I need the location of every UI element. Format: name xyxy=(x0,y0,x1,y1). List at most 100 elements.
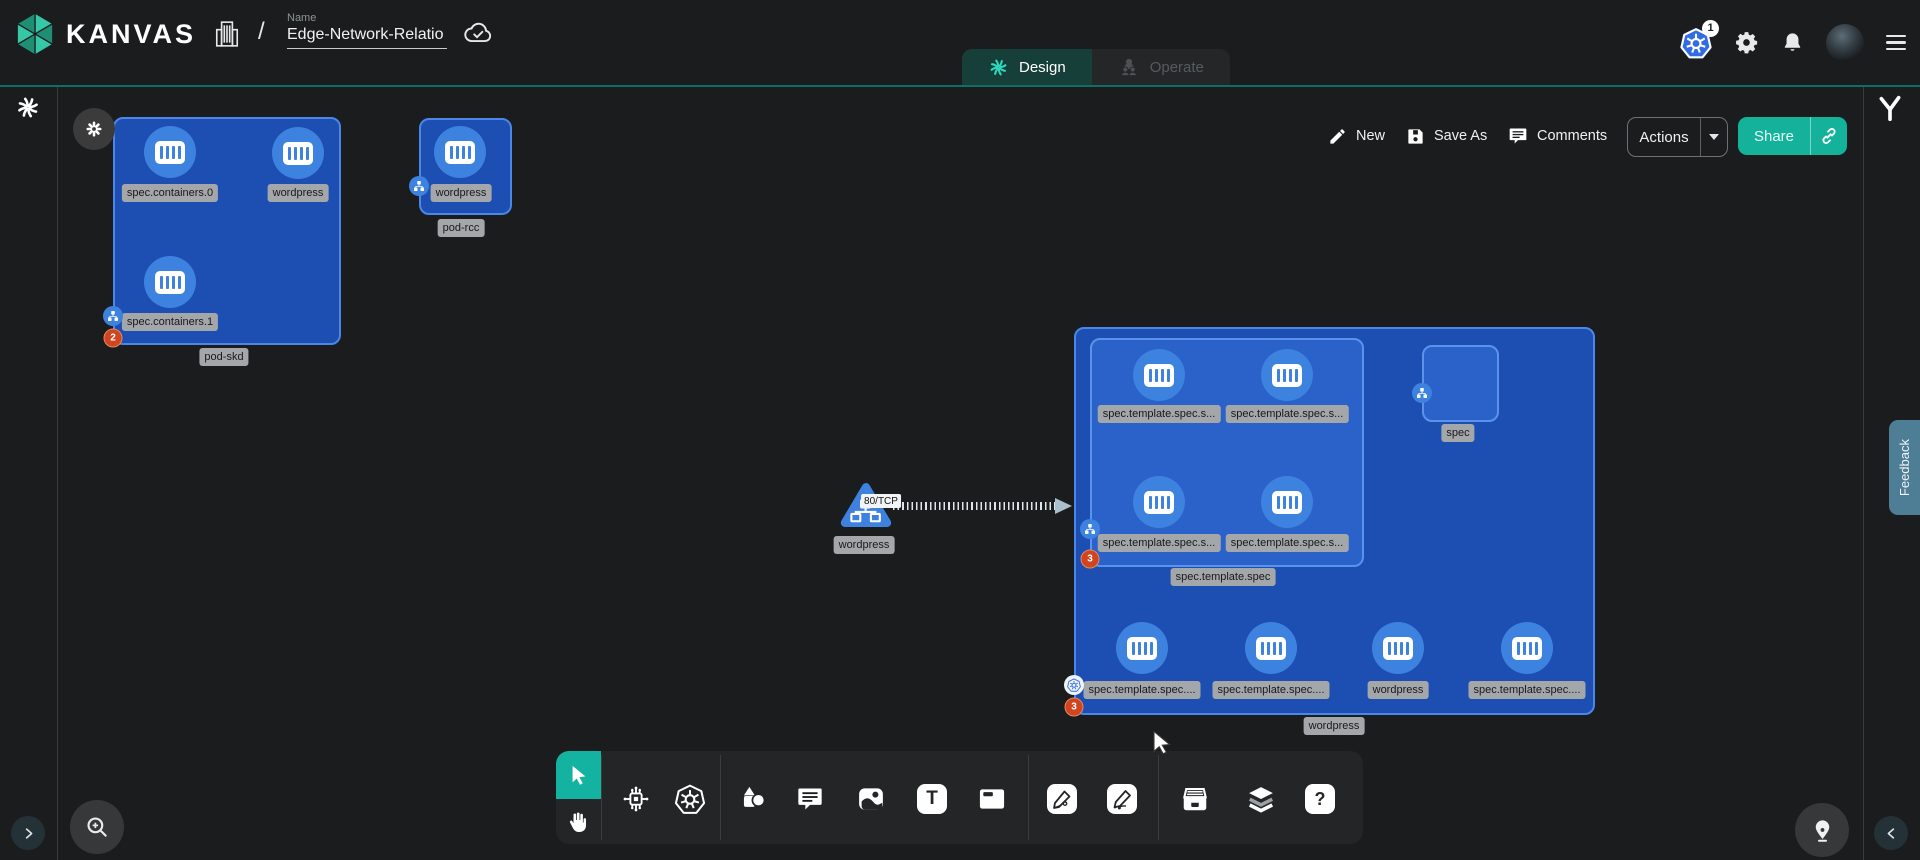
pen-tool[interactable] xyxy=(1047,784,1077,814)
node-wordpress-container[interactable] xyxy=(272,127,324,179)
node-label: spec.template.spec.s... xyxy=(1226,534,1349,552)
container-icon xyxy=(1256,637,1286,660)
node-template-container[interactable] xyxy=(1133,476,1185,528)
pen-bezier-icon xyxy=(1047,784,1077,814)
chevron-down-icon xyxy=(1709,134,1719,140)
rectangle-tool[interactable] xyxy=(978,785,1007,814)
user-avatar[interactable] xyxy=(1826,24,1864,62)
left-rail xyxy=(0,87,58,860)
node-label: spec.containers.1 xyxy=(122,313,218,331)
actions-button[interactable]: Actions xyxy=(1627,117,1728,157)
design-name-field[interactable]: Name Edge-Network-Relatio xyxy=(287,12,447,49)
node-template-container[interactable] xyxy=(1261,349,1313,401)
pen-nib-button[interactable] xyxy=(1795,803,1849,857)
node-config-flower-button[interactable] xyxy=(73,108,115,150)
node-template-container[interactable] xyxy=(1116,622,1168,674)
image-tool[interactable] xyxy=(856,784,886,814)
pod-badge-icon[interactable] xyxy=(1412,383,1432,403)
node-template-container[interactable] xyxy=(1261,476,1313,528)
cloud-sync-icon xyxy=(463,21,493,50)
kubernetes-wheel-icon xyxy=(675,784,706,815)
tab-operate[interactable]: Operate xyxy=(1092,49,1230,85)
k8s-deployment-badge-icon[interactable] xyxy=(1064,675,1084,695)
feedback-label: Feedback xyxy=(1897,439,1912,496)
kubernetes-tool[interactable] xyxy=(675,784,706,815)
k8s-context-count-badge: 1 xyxy=(1702,20,1719,37)
node-label: spec.template.spec.... xyxy=(1213,681,1330,699)
deployment-count-badge[interactable]: 3 xyxy=(1065,698,1084,717)
kanvas-logo[interactable]: KANVAS xyxy=(14,11,196,57)
container-icon xyxy=(155,141,185,164)
node-spec-containers-1[interactable] xyxy=(144,256,196,308)
breadcrumb-separator: / xyxy=(258,18,265,46)
design-name-input[interactable]: Edge-Network-Relatio xyxy=(287,26,447,49)
menu-hamburger-icon[interactable] xyxy=(1886,35,1906,50)
help-question-icon: ? xyxy=(1305,784,1335,814)
freehand-tool[interactable] xyxy=(1107,784,1137,814)
node-template-container[interactable] xyxy=(1245,622,1297,674)
zoom-button[interactable] xyxy=(70,800,124,854)
container-icon xyxy=(1383,637,1413,660)
share-button[interactable]: Share xyxy=(1738,117,1847,155)
edge-service-to-deployment[interactable] xyxy=(893,502,1056,510)
group-spec[interactable] xyxy=(1422,345,1499,422)
circuit-chip-icon xyxy=(621,784,651,814)
collapse-right-panel-button[interactable] xyxy=(1874,816,1908,850)
container-icon xyxy=(1512,637,1542,660)
container-icon xyxy=(283,142,313,165)
organization-icon[interactable] xyxy=(214,20,240,53)
kanvas-app: KANVAS / Name Edge-Network-Relatio Desig… xyxy=(0,0,1920,860)
comments-button[interactable]: Comments xyxy=(1508,116,1607,156)
text-tool[interactable]: T xyxy=(917,784,947,814)
new-button[interactable]: New xyxy=(1328,116,1385,156)
node-wordpress-container[interactable] xyxy=(434,126,486,178)
container-icon xyxy=(1144,491,1174,514)
comments-bubble-icon xyxy=(1508,126,1528,146)
layers-icon xyxy=(1246,784,1276,814)
actions-dropdown-toggle[interactable] xyxy=(1701,134,1727,140)
node-template-container[interactable] xyxy=(1133,349,1185,401)
settings-gear-icon[interactable] xyxy=(1734,30,1759,55)
save-floppy-icon xyxy=(1406,127,1425,146)
comment-tool[interactable] xyxy=(796,785,824,813)
components-tool[interactable] xyxy=(621,784,651,814)
save-as-button[interactable]: Save As xyxy=(1406,116,1487,156)
y-logo-icon[interactable] xyxy=(1878,96,1902,129)
toolbar-divider xyxy=(720,755,721,840)
feedback-tab[interactable]: Feedback xyxy=(1889,420,1920,515)
pod-badge-icon[interactable] xyxy=(1080,519,1100,539)
pan-tool[interactable] xyxy=(565,810,589,834)
pod-count-badge[interactable]: 2 xyxy=(104,329,123,348)
edge-arrowhead xyxy=(1055,498,1072,514)
hand-icon xyxy=(565,810,589,834)
shapes-icon xyxy=(739,785,768,814)
node-template-container[interactable] xyxy=(1501,622,1553,674)
archive-tool[interactable] xyxy=(1180,784,1210,814)
share-label: Share xyxy=(1738,128,1810,145)
expand-left-panel-button[interactable] xyxy=(11,816,45,850)
pencil-scribble-icon xyxy=(1107,784,1137,814)
node-label: spec.template.spec.s... xyxy=(1226,405,1349,423)
node-spec-containers-0[interactable] xyxy=(144,126,196,178)
meshery-spiral-icon[interactable] xyxy=(15,95,41,126)
header-right-icons: 1 xyxy=(1680,0,1906,85)
template-count-badge[interactable]: 3 xyxy=(1081,550,1100,569)
cursor-arrow-icon xyxy=(568,764,590,786)
help-tool[interactable]: ? xyxy=(1305,784,1335,814)
new-label: New xyxy=(1356,128,1385,144)
pod-badge-icon[interactable] xyxy=(409,176,429,196)
save-as-label: Save As xyxy=(1434,128,1487,144)
k8s-context-icon[interactable]: 1 xyxy=(1680,27,1712,59)
group-label: spec.template.spec xyxy=(1171,568,1276,586)
edge-port-label: 80/TCP xyxy=(861,494,901,508)
layers-tool[interactable] xyxy=(1246,784,1276,814)
select-tool[interactable] xyxy=(556,751,601,799)
tab-design[interactable]: Design xyxy=(962,49,1092,85)
copy-link-icon[interactable] xyxy=(1811,126,1847,146)
pod-badge-icon[interactable] xyxy=(103,306,123,326)
notifications-bell-icon[interactable] xyxy=(1781,31,1804,54)
group-spec-template-spec[interactable] xyxy=(1090,338,1364,567)
shapes-tool[interactable] xyxy=(739,785,768,814)
kanvas-logo-text: KANVAS xyxy=(66,19,196,50)
node-wordpress-container[interactable] xyxy=(1372,622,1424,674)
